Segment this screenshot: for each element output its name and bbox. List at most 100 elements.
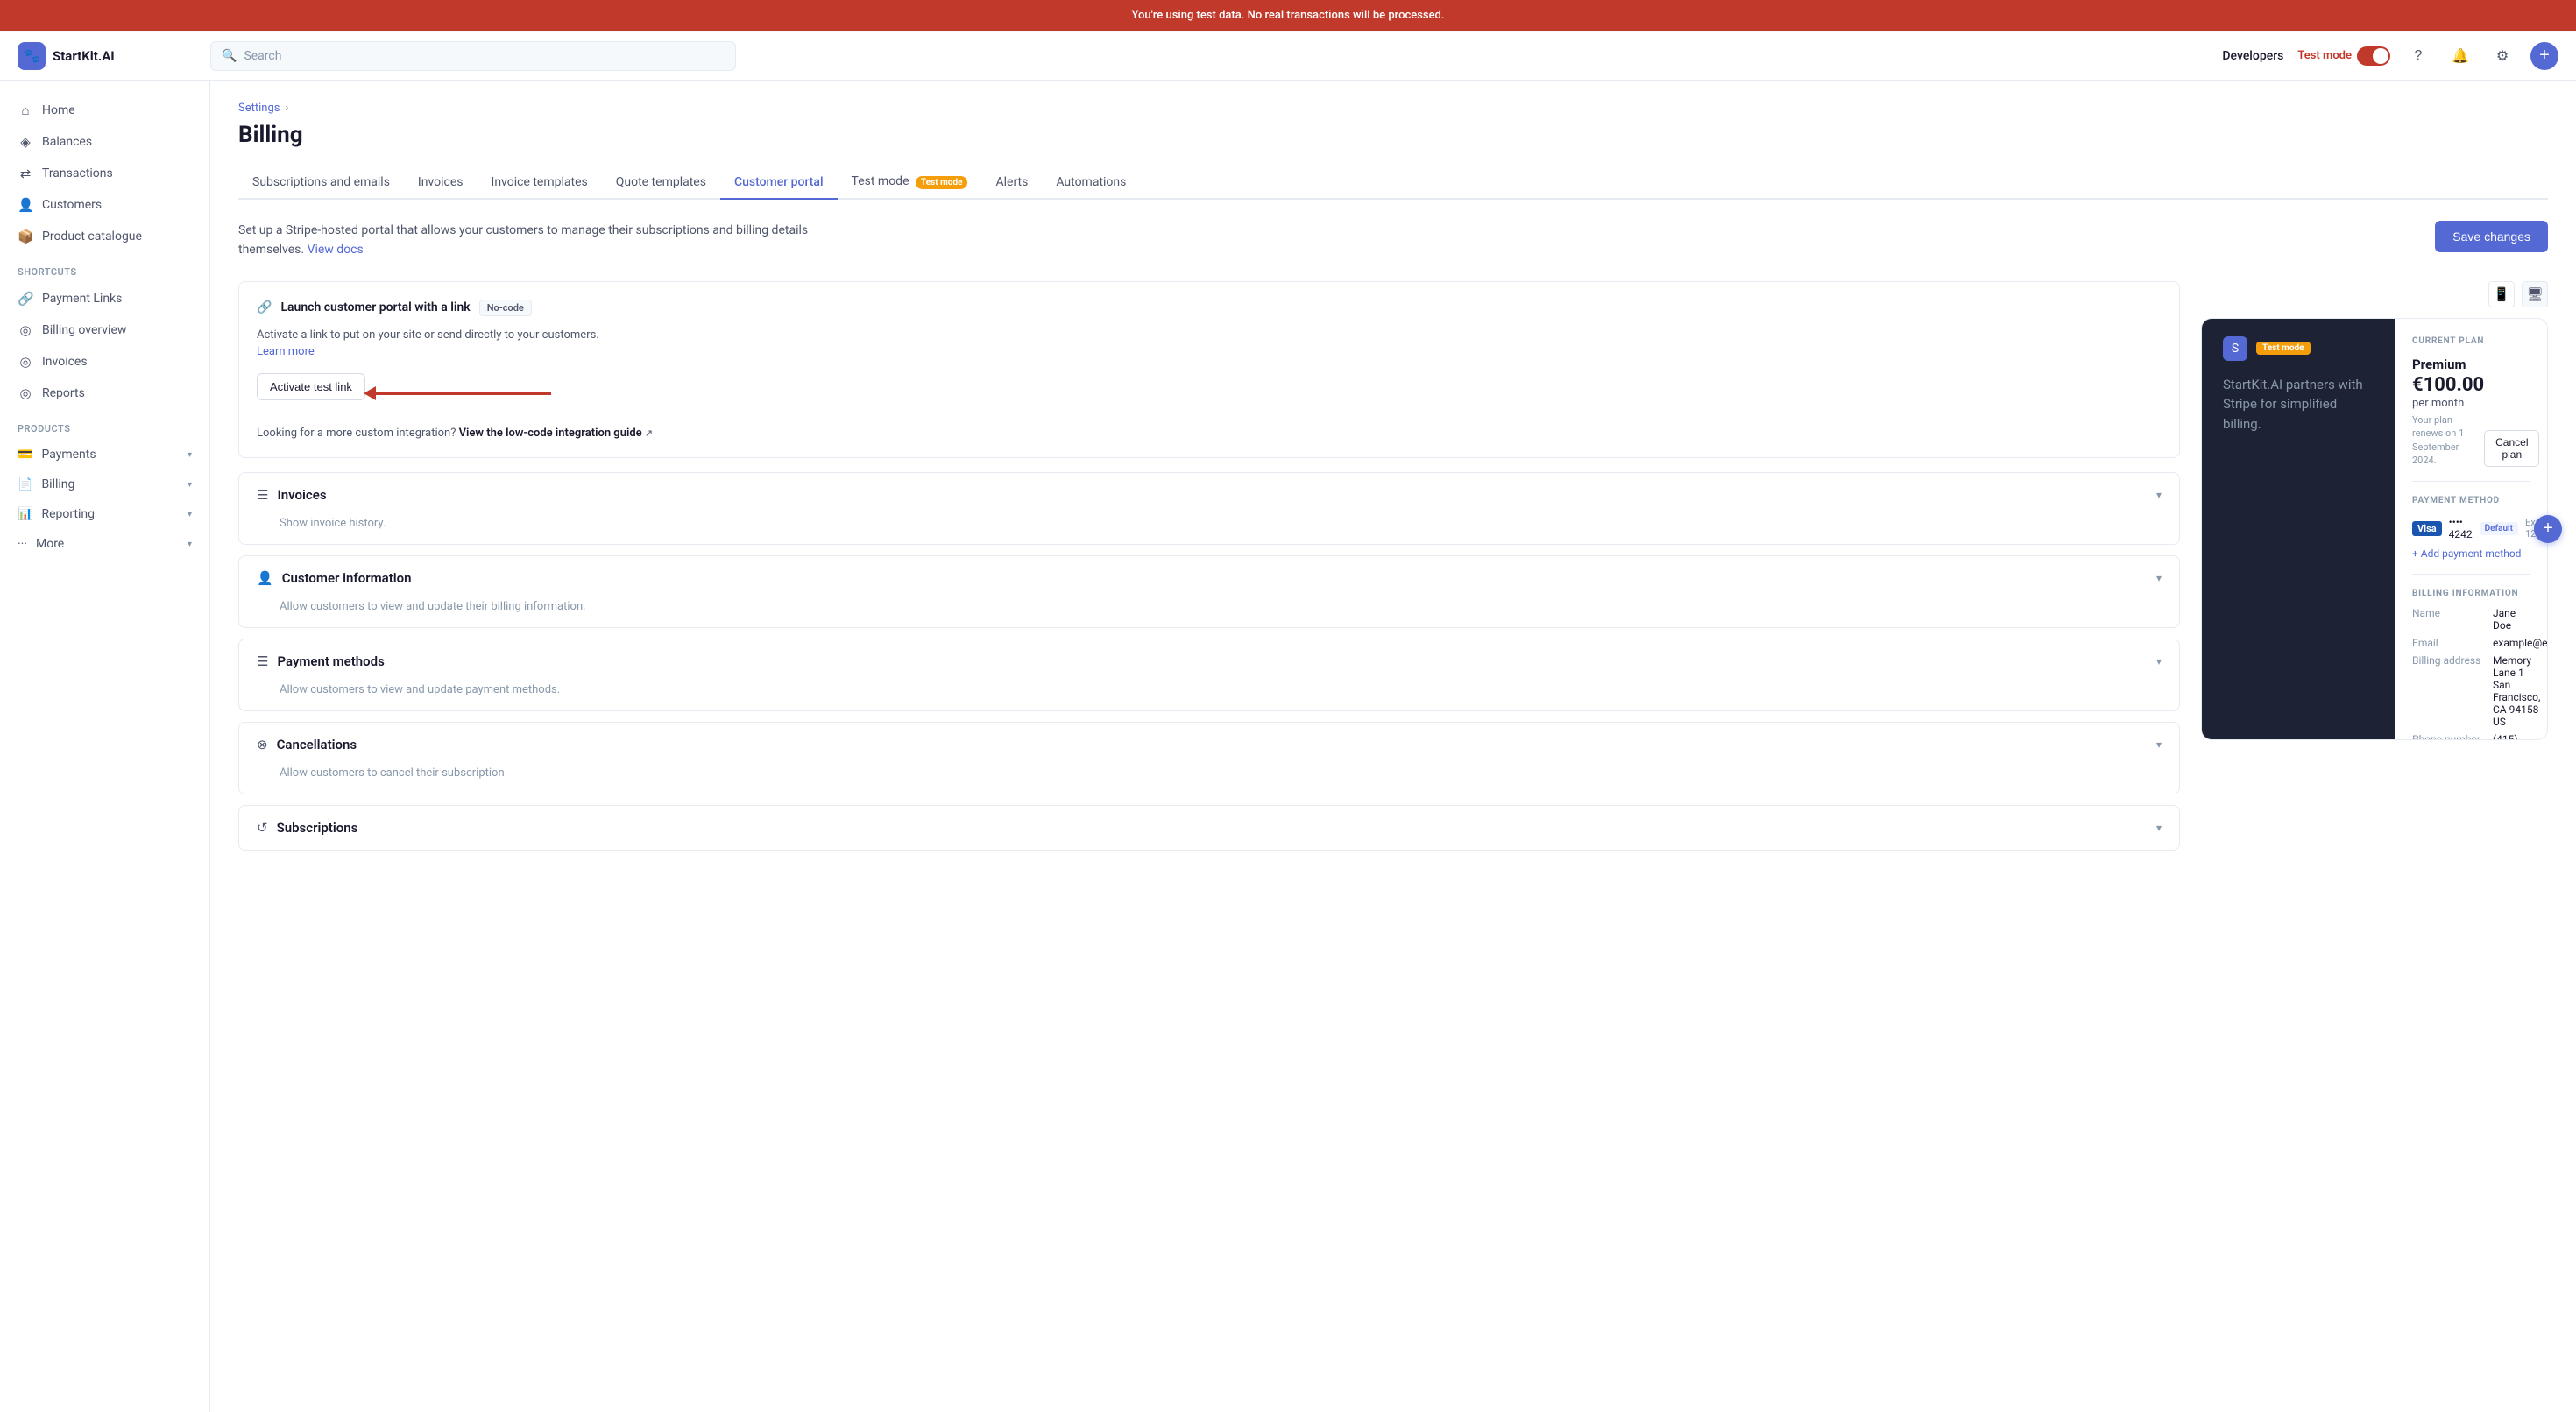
arrow-line: [376, 392, 551, 395]
chevron-down-icon: ▾: [2156, 822, 2162, 834]
accordion-invoices: ☰ Invoices ▾ Show invoice history.: [238, 472, 2180, 545]
more-icon: ···: [18, 537, 27, 551]
portal-logo: S: [2223, 336, 2247, 361]
sidebar-item-reporting[interactable]: 📊 Reporting ▾: [0, 499, 209, 529]
sidebar-item-billing[interactable]: 📄 Billing ▾: [0, 469, 209, 499]
shortcuts-section-label: Shortcuts: [0, 252, 209, 283]
tab-quote-templates[interactable]: Quote templates: [602, 166, 720, 200]
billing-label: Email: [2412, 637, 2482, 649]
sidebar-item-product-catalogue[interactable]: 📦 Product catalogue: [0, 221, 209, 252]
home-icon: ⌂: [18, 102, 33, 118]
arrow-annotation: Activate test link: [257, 373, 2162, 414]
sidebar-item-reports[interactable]: ◎ Reports: [0, 378, 209, 409]
reports-icon: ◎: [18, 385, 33, 401]
logo-text: StartKit.AI: [53, 48, 115, 64]
tab-invoice-templates[interactable]: Invoice templates: [478, 166, 602, 200]
desktop-preview-button[interactable]: 🖥: [2522, 281, 2548, 307]
accordion-payment-methods-title: Payment methods: [277, 653, 384, 669]
portal-preview-dark: S Test mode StartKit.AI partners withStr…: [2202, 319, 2395, 739]
mobile-preview-button[interactable]: 📱: [2488, 281, 2515, 307]
accordion-cancellations: ⊗ Cancellations ▾ Allow customers to can…: [238, 722, 2180, 794]
payment-method-label: PAYMENT METHOD: [2412, 496, 2530, 505]
header-right: Developers Test mode ? 🔔 ⚙ +: [2222, 42, 2558, 70]
notifications-button[interactable]: 🔔: [2446, 42, 2474, 70]
billing-info-label: BILLING INFORMATION: [2412, 589, 2530, 598]
accordion-subscriptions-title: Subscriptions: [277, 820, 358, 836]
invoices-accordion-icon: ☰: [257, 487, 268, 503]
add-section-button[interactable]: +: [2534, 515, 2562, 543]
accordion-customer-info-desc: Allow customers to view and update their…: [239, 600, 2179, 627]
learn-more-link[interactable]: Learn more: [257, 345, 315, 358]
developers-link[interactable]: Developers: [2222, 49, 2283, 63]
low-code-link[interactable]: View the low-code integration guide: [459, 427, 642, 440]
products-section-label: Products: [0, 409, 209, 440]
external-link-icon: ↗: [645, 427, 653, 439]
add-payment-link[interactable]: + Add payment method: [2412, 547, 2530, 560]
view-docs-link[interactable]: View docs: [308, 243, 364, 257]
accordion-payment-methods-header[interactable]: ☰ Payment methods ▾: [239, 639, 2179, 683]
accordion-cancellations-header[interactable]: ⊗ Cancellations ▾: [239, 723, 2179, 766]
accordion-invoices-header[interactable]: ☰ Invoices ▾: [239, 473, 2179, 517]
sidebar-item-customers[interactable]: 👤 Customers: [0, 189, 209, 221]
payment-methods-icon: ☰: [257, 653, 268, 669]
cancel-plan-button[interactable]: Cancel plan: [2484, 430, 2539, 467]
transactions-icon: ⇄: [18, 166, 33, 181]
billing-value: example@example.com: [2493, 637, 2547, 649]
divider-2: [2412, 574, 2530, 575]
sidebar-item-balances[interactable]: ◈ Balances: [0, 126, 209, 158]
breadcrumb-settings[interactable]: Settings: [238, 102, 280, 115]
app-logo[interactable]: 🐾 StartKit.AI: [18, 42, 210, 70]
sidebar-item-more[interactable]: ··· More ▾: [0, 529, 209, 559]
sidebar-item-payments[interactable]: 💳 Payments ▾: [0, 440, 209, 469]
portal-preview-details: CURRENT PLAN Premium €100.00 per month Y…: [2395, 319, 2547, 739]
accordion-subscriptions-header[interactable]: ↺ Subscriptions ▾: [239, 806, 2179, 850]
payment-links-icon: 🔗: [18, 291, 33, 307]
tab-test-mode[interactable]: Test mode Test mode: [838, 166, 982, 200]
save-changes-button[interactable]: Save changes: [2435, 221, 2548, 252]
sidebar-item-invoices[interactable]: ◎ Invoices: [0, 346, 209, 378]
balances-icon: ◈: [18, 134, 33, 150]
app-layout: ⌂ Home ◈ Balances ⇄ Transactions 👤 Custo…: [0, 81, 2576, 1412]
tab-automations[interactable]: Automations: [1042, 166, 1140, 200]
toggle-switch[interactable]: [2357, 46, 2390, 66]
chevron-down-icon: ▾: [188, 450, 192, 460]
activate-test-link-button[interactable]: Activate test link: [257, 373, 365, 400]
main-grid: 🔗 Launch customer portal with a link No-…: [238, 281, 2548, 861]
sidebar-item-label: More: [36, 537, 64, 551]
reporting-icon: 📊: [18, 507, 32, 521]
sidebar-item-label: Billing: [41, 477, 74, 491]
plan-price: €100.00: [2412, 374, 2484, 396]
right-panel: 📱 🖥 S Test mode: [2180, 281, 2548, 861]
accordion-customer-info-header[interactable]: 👤 Customer information ▾: [239, 556, 2179, 600]
settings-button[interactable]: ⚙: [2488, 42, 2516, 70]
card-number: •••• 4242: [2449, 516, 2473, 540]
billing-field-address: Billing address Memory Lane 1San Francis…: [2412, 654, 2530, 728]
tabs: Subscriptions and emails Invoices Invoic…: [238, 166, 2548, 200]
billing-fields: Name Jane Doe Email example@example.com …: [2412, 607, 2530, 738]
tab-invoices[interactable]: Invoices: [404, 166, 478, 200]
invoices-icon: ◎: [18, 354, 33, 370]
banner-text: You're using test data. No real transact…: [1132, 9, 1445, 22]
tab-subscriptions-emails[interactable]: Subscriptions and emails: [238, 166, 404, 200]
help-button[interactable]: ?: [2404, 42, 2432, 70]
sidebar-item-transactions[interactable]: ⇄ Transactions: [0, 158, 209, 189]
plan-renew: Your plan renews on 1 September 2024.: [2412, 413, 2484, 468]
portal-preview-container: S Test mode StartKit.AI partners withStr…: [2201, 318, 2548, 740]
test-mode-toggle[interactable]: Test mode: [2297, 46, 2390, 66]
accordion-invoices-desc: Show invoice history.: [239, 517, 2179, 544]
chevron-down-icon: ▾: [2156, 738, 2162, 751]
preview-wrapper: S Test mode StartKit.AI partners withStr…: [2201, 318, 2548, 740]
add-button[interactable]: +: [2530, 42, 2558, 70]
chevron-down-icon: ▾: [188, 540, 192, 549]
sidebar-item-billing-overview[interactable]: ◎ Billing overview: [0, 314, 209, 346]
sidebar-item-payment-links[interactable]: 🔗 Payment Links: [0, 283, 209, 314]
sidebar-item-label: Payment Links: [42, 292, 122, 306]
chevron-down-icon: ▾: [2156, 489, 2162, 501]
tab-customer-portal[interactable]: Customer portal: [720, 166, 838, 200]
sidebar-item-home[interactable]: ⌂ Home: [0, 95, 209, 126]
billing-field-phone: Phone number (415) 000-0000: [2412, 733, 2530, 738]
tab-alerts[interactable]: Alerts: [981, 166, 1042, 200]
search-input[interactable]: 🔍 Search: [210, 41, 736, 71]
sidebar-item-label: Invoices: [42, 355, 88, 369]
test-mode-badge: Test mode: [916, 176, 968, 189]
